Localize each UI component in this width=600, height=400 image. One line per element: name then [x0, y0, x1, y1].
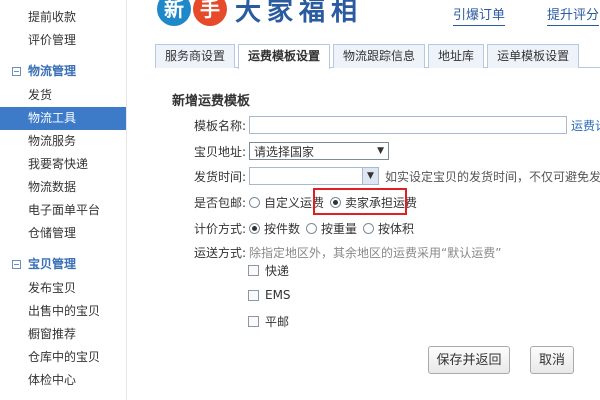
ems-label: EMS	[265, 288, 291, 302]
logo-badge: 手	[193, 0, 227, 26]
tab-provider-settings[interactable]: 服务商设置	[155, 44, 236, 68]
sidebar-item-on-sale[interactable]: 出售中的宝贝	[0, 300, 126, 323]
sidebar-group-logistics[interactable]: 物流管理	[0, 58, 126, 84]
delivery-hint: 除指定地区外，其余地区的运费采用“默认运费”	[249, 245, 502, 260]
radio-icon[interactable]	[363, 222, 375, 234]
sidebar-item-send-express[interactable]: 我要寄快递	[0, 153, 126, 176]
sidebar-item-advance-payment[interactable]: 提前收款	[0, 6, 126, 29]
radio-icon[interactable]	[249, 196, 260, 208]
sidebar: 提前收款 评价管理 物流管理 发货 物流工具 物流服务 我要寄快递 物流数据 电…	[0, 0, 127, 400]
express-label: 快递	[265, 264, 290, 278]
free-shipping-label: 是否包邮:	[194, 195, 247, 210]
boost-orders-link[interactable]: 引爆订单	[453, 4, 506, 26]
pricing-by-volume-label: 按体积	[378, 221, 415, 236]
delivery-surface-mail[interactable]: 平邮	[248, 313, 289, 330]
pricing-by-count[interactable]: 按件数	[249, 220, 300, 237]
tab-tracking-info[interactable]: 物流跟踪信息	[333, 44, 426, 68]
delivery-label: 运送方式:	[194, 245, 247, 260]
sidebar-group-items[interactable]: 宝贝管理	[0, 251, 126, 277]
tab-bar: 服务商设置 运费模板设置 物流跟踪信息 地址库 运单模板设置	[155, 44, 600, 69]
logo: 新 手 大家福相	[157, 0, 363, 27]
collapse-icon[interactable]	[12, 66, 21, 76]
sidebar-item-logistics-data[interactable]: 物流数据	[0, 176, 126, 199]
sidebar-group-title: 宝贝管理	[28, 257, 77, 271]
sidebar-item-logistics-service[interactable]: 物流服务	[0, 130, 126, 153]
checkbox-icon[interactable]	[248, 316, 259, 327]
sidebar-item-health-check[interactable]: 体检中心	[0, 369, 126, 392]
improve-rating-link[interactable]: 提升评分	[547, 4, 600, 26]
sidebar-item-publish[interactable]: 发布宝贝	[0, 277, 126, 300]
delivery-ems[interactable]: EMS	[248, 288, 291, 302]
freight-calc-link[interactable]: 运费计	[571, 117, 600, 134]
ship-time-row: 发货时间: ▼ 如实设定宝贝的发货时间，不仅可避免发货咨	[194, 166, 600, 186]
pricing-by-weight-label: 按重量	[321, 221, 358, 236]
delivery-row: 运送方式: 除指定地区外，其余地区的运费采用“默认运费”	[194, 242, 501, 262]
item-address-row: 宝贝地址: 请选择国家 ▼	[194, 141, 389, 161]
pricing-by-volume[interactable]: 按体积	[363, 220, 414, 237]
logo-text: 大家福相	[235, 0, 364, 27]
template-name-label: 模板名称:	[194, 118, 247, 133]
template-name-input[interactable]	[249, 116, 567, 134]
country-select-value: 请选择国家	[254, 144, 315, 159]
header: 新 手 大家福相 引爆订单 提升评分	[127, 0, 600, 44]
tab-address-book[interactable]: 地址库	[428, 44, 485, 68]
ship-time-select[interactable]: ▼	[249, 167, 379, 185]
save-and-return-button[interactable]: 保存并返回	[428, 346, 510, 374]
radio-selected-icon[interactable]	[249, 222, 260, 234]
sidebar-group-title: 物流管理	[28, 64, 77, 78]
pricing-by-count-label: 按件数	[264, 221, 301, 236]
delivery-express[interactable]: 快递	[248, 262, 289, 279]
sidebar-item-ship[interactable]: 发货	[0, 84, 126, 107]
dropdown-arrow-icon: ▼	[377, 146, 384, 156]
sidebar-item-warehouse[interactable]: 仓储管理	[0, 222, 126, 245]
sidebar-item-in-warehouse[interactable]: 仓库中的宝贝	[0, 346, 126, 369]
tab-freight-template[interactable]: 运费模板设置	[238, 44, 331, 69]
checkbox-icon[interactable]	[248, 265, 259, 276]
pricing-label: 计价方式:	[194, 221, 247, 236]
sidebar-item-showcase[interactable]: 橱窗推荐	[0, 323, 126, 346]
sidebar-item-logistics-tools[interactable]: 物流工具	[0, 107, 126, 130]
cancel-button[interactable]: 取消	[530, 346, 574, 374]
ship-time-label: 发货时间:	[194, 169, 247, 184]
radio-icon[interactable]	[306, 222, 318, 234]
highlight-box	[313, 188, 407, 215]
form-title: 新增运费模板	[172, 94, 251, 109]
sidebar-item-e-waybill[interactable]: 电子面单平台	[0, 199, 126, 222]
tab-waybill-template[interactable]: 运单模板设置	[487, 44, 580, 68]
surface-mail-label: 平邮	[265, 315, 290, 329]
collapse-icon[interactable]	[12, 259, 21, 269]
logo-badge: 新	[157, 0, 191, 26]
sidebar-item-review-management[interactable]: 评价管理	[0, 29, 126, 52]
pricing-row: 计价方式: 按件数 按重量 按体积	[194, 218, 420, 238]
template-name-row: 模板名称: 运费计	[194, 115, 600, 135]
country-select[interactable]: 请选择国家 ▼	[249, 142, 389, 160]
item-address-label: 宝贝地址:	[194, 144, 247, 159]
checkbox-icon[interactable]	[248, 289, 259, 301]
pricing-by-weight[interactable]: 按重量	[306, 220, 357, 237]
chevron-down-icon[interactable]: ▼	[362, 168, 378, 184]
ship-time-hint: 如实设定宝贝的发货时间，不仅可避免发货咨	[385, 169, 600, 184]
